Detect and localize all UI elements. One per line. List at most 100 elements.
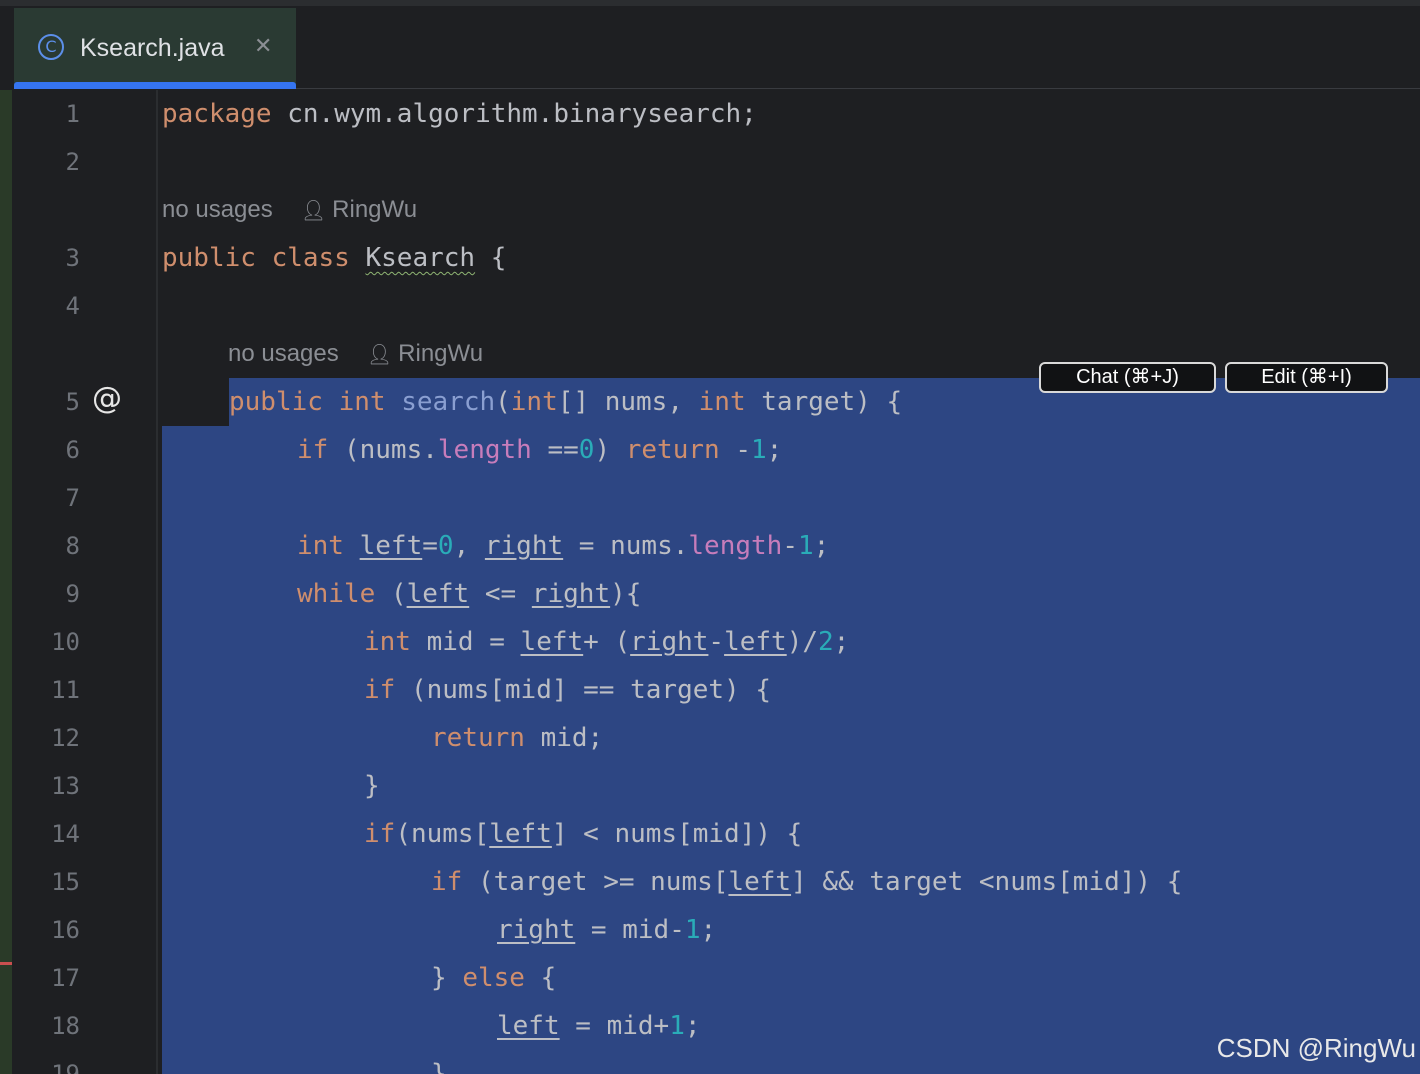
code-vision-hint[interactable]: no usages 👤︎ RingWu <box>228 330 483 378</box>
code-token: ; <box>700 915 717 945</box>
code-line: 10 int mid = left+ (right-left)/2; <box>0 618 1420 666</box>
code-token: ] && target <nums[mid]) { <box>791 867 1183 897</box>
line-number: 7 <box>65 484 80 512</box>
keyword: if <box>364 819 396 849</box>
code-token: = <box>422 531 438 561</box>
code-token: ) <box>594 435 626 465</box>
edit-button[interactable]: Edit (⌘+I) <box>1225 362 1388 393</box>
editor-tab-ksearch[interactable]: C Ksearch.java ✕ <box>14 8 296 89</box>
code-token: )/ <box>786 627 819 657</box>
code-editor[interactable]: 1 package cn.wym.algorithm.binarysearch;… <box>0 90 1420 1074</box>
variable: left <box>489 819 552 849</box>
code-token: - <box>782 531 798 561</box>
code-token: } <box>431 963 463 993</box>
line-number: 3 <box>65 244 80 272</box>
code-text: while (left <= right){ <box>297 578 641 610</box>
code-token: (target >= nums[ <box>462 867 729 897</box>
code-token: cn.wym.algorithm.binarysearch; <box>271 99 757 129</box>
line-number: 17 <box>51 964 80 992</box>
code-token: + ( <box>583 627 631 657</box>
code-token: == <box>531 435 579 465</box>
code-line: 4 <box>0 282 1420 330</box>
code-token: ] < nums[mid]) { <box>551 819 803 849</box>
author-hint[interactable]: RingWu <box>398 340 483 367</box>
code-token: ; <box>833 627 850 657</box>
code-text: right = mid-1; <box>497 914 716 946</box>
line-number: 6 <box>65 436 80 464</box>
close-icon[interactable]: ✕ <box>254 34 272 60</box>
number: 1 <box>669 1011 685 1041</box>
code-text: int left=0, right = nums.length-1; <box>297 530 829 562</box>
variable: left <box>359 531 423 561</box>
code-vision-hint[interactable]: no usages 👤︎ RingWu <box>162 186 417 234</box>
code-token: - <box>708 627 725 657</box>
class-icon: C <box>38 34 64 60</box>
code-lines: 1 package cn.wym.algorithm.binarysearch;… <box>0 90 1420 1074</box>
code-text: } <box>364 770 380 802</box>
code-token: [] nums, <box>557 387 699 417</box>
code-token: mid = <box>410 627 521 657</box>
code-line: 19 } <box>0 1050 1420 1074</box>
code-text: if(nums[left] < nums[mid]) { <box>364 818 802 850</box>
keyword: while <box>297 579 376 609</box>
variable: left <box>406 579 470 609</box>
code-token: { <box>524 963 557 993</box>
line-number: 8 <box>65 532 80 560</box>
line-number: 11 <box>51 676 80 704</box>
code-line: 14 if(nums[left] < nums[mid]) { <box>0 810 1420 858</box>
code-line: 11 if (nums[mid] == target) { <box>0 666 1420 714</box>
author-hint[interactable]: RingWu <box>332 196 417 223</box>
field: length <box>437 435 532 465</box>
code-line: 16 right = mid-1; <box>0 906 1420 954</box>
variable: right <box>531 579 611 609</box>
keyword: if <box>297 435 329 465</box>
number: 1 <box>684 915 701 945</box>
code-token: ; <box>813 531 830 561</box>
line-number: 2 <box>65 148 80 176</box>
tab-filename: Ksearch.java <box>80 34 225 62</box>
variable: left <box>728 867 792 897</box>
code-token: ( <box>375 579 407 609</box>
watermark: CSDN @RingWu <box>1216 1033 1416 1063</box>
keyword: package <box>162 99 272 129</box>
code-text: return mid; <box>431 722 603 754</box>
code-token: } <box>431 1059 447 1074</box>
keyword: int <box>510 387 558 417</box>
active-tab-indicator <box>14 82 296 89</box>
number: 2 <box>818 627 834 657</box>
implements-marker-icon[interactable]: @ <box>90 382 124 416</box>
code-token: ){ <box>610 579 642 609</box>
code-line: 13 } <box>0 762 1420 810</box>
keyword: int <box>698 387 746 417</box>
code-text: if (target >= nums[left] && target <nums… <box>431 866 1182 898</box>
variable: right <box>484 531 564 561</box>
line-number: 12 <box>51 724 80 752</box>
code-line: 3 public class Ksearch { <box>0 234 1420 282</box>
variable: left <box>497 1011 560 1041</box>
keyword: public int <box>229 387 386 417</box>
code-token: ( <box>495 387 511 417</box>
code-token: { <box>475 243 507 273</box>
code-token: mid; <box>524 723 604 753</box>
class-name: Ksearch <box>365 243 476 273</box>
usages-hint[interactable]: no usages <box>162 196 273 223</box>
chat-button[interactable]: Chat (⌘+J) <box>1039 362 1216 393</box>
code-line: 6 if (nums.length ==0) return -1; <box>0 426 1420 474</box>
code-text: int mid = left+ (right-left)/2; <box>364 626 849 658</box>
code-text: public int search(int[] nums, int target… <box>229 386 902 418</box>
line-number: 10 <box>51 628 80 656</box>
person-icon: 👤︎ <box>366 342 393 366</box>
code-line: 15 if (target >= nums[left] && target <n… <box>0 858 1420 906</box>
keyword: int <box>297 531 344 561</box>
code-text: if (nums.length ==0) return -1; <box>297 434 782 466</box>
code-text: left = mid+1; <box>497 1010 701 1042</box>
keyword: if <box>431 867 463 897</box>
code-line: 8 int left=0, right = nums.length-1; <box>0 522 1420 570</box>
keyword: return <box>431 723 525 753</box>
code-text: if (nums[mid] == target) { <box>364 674 771 706</box>
line-number: 1 <box>65 100 80 128</box>
keyword: if <box>364 675 396 705</box>
usages-hint[interactable]: no usages <box>228 340 339 367</box>
